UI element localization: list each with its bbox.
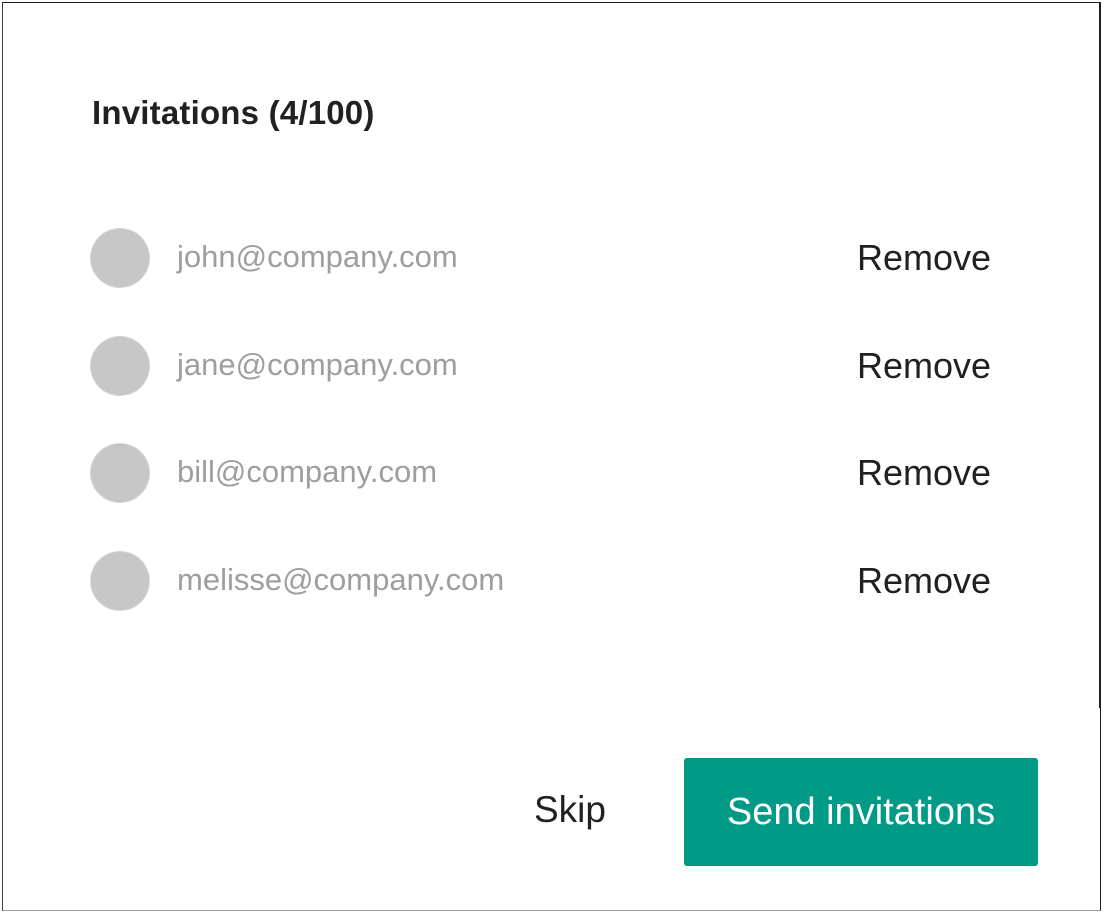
remove-button[interactable]: Remove — [857, 236, 991, 280]
invitation-email: john@company.com — [177, 239, 458, 274]
avatar — [91, 444, 149, 502]
remove-button[interactable]: Remove — [857, 559, 991, 603]
send-invitations-button[interactable]: Send invitations — [684, 758, 1038, 866]
invitation-row: melisse@company.com Remove — [91, 551, 1091, 660]
remove-button[interactable]: Remove — [857, 344, 991, 388]
dialog-actions: Skip Send invitations — [3, 706, 1100, 910]
dialog-content: Invitations (4/100) john@company.com Rem… — [3, 3, 1100, 708]
skip-button[interactable]: Skip — [505, 768, 635, 852]
invitations-dialog: Invitations (4/100) john@company.com Rem… — [2, 2, 1101, 911]
invitation-row: jane@company.com Remove — [91, 336, 1091, 445]
avatar — [91, 229, 149, 287]
invitation-row: john@company.com Remove — [91, 229, 1091, 337]
avatar — [91, 551, 149, 610]
dialog-title: Invitations (4/100) — [92, 94, 375, 131]
invitation-email: bill@company.com — [177, 454, 438, 489]
invitation-email: melisse@company.com — [177, 561, 505, 597]
invitation-email: jane@company.com — [177, 346, 458, 382]
invitation-row: bill@company.com Remove — [91, 444, 1091, 552]
invitation-list: john@company.com Remove jane@company.com… — [91, 229, 1091, 659]
remove-button[interactable]: Remove — [857, 451, 991, 495]
avatar — [91, 336, 149, 395]
